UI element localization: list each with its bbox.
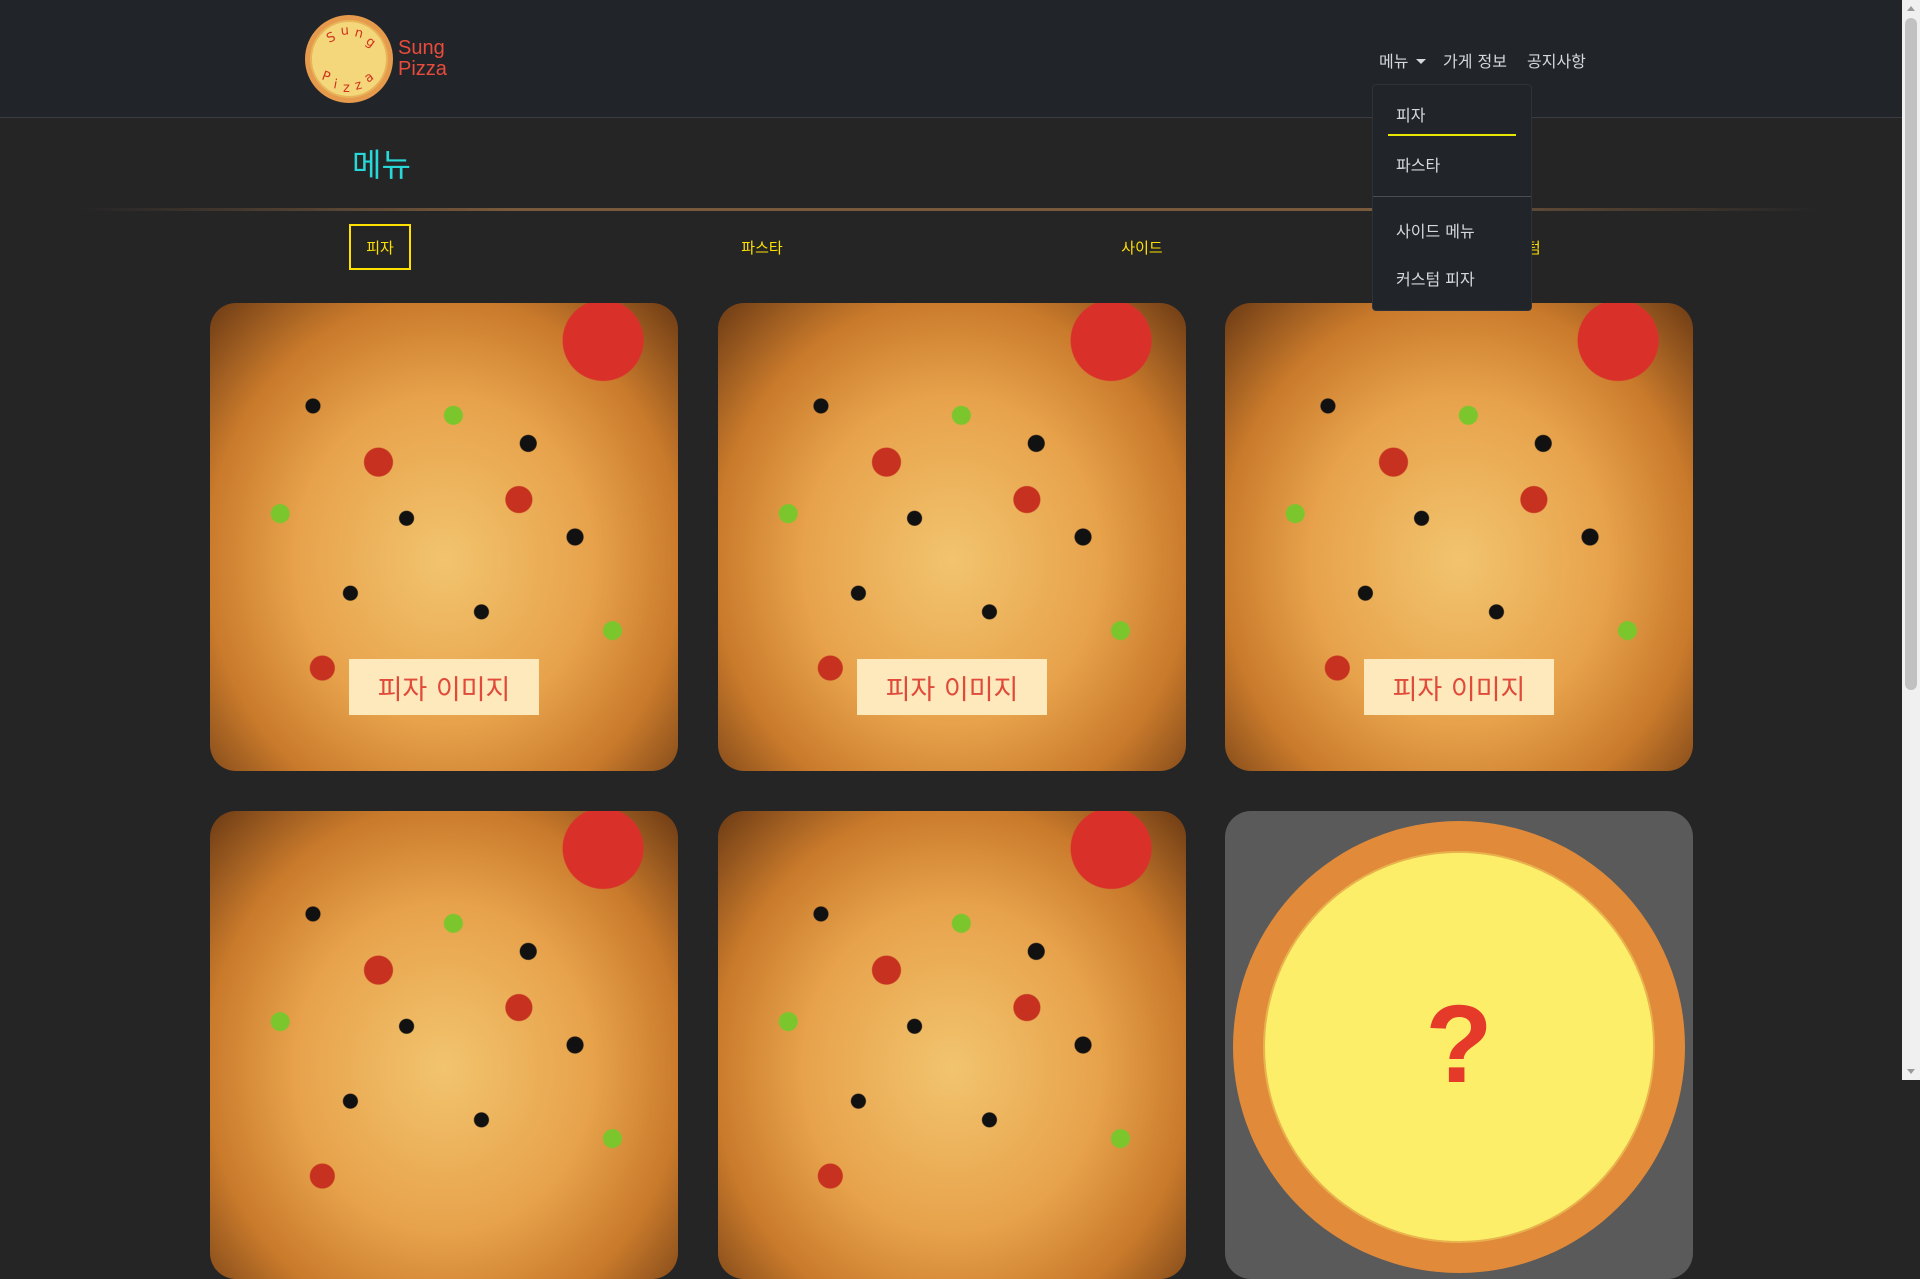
- caret-down-icon: [1416, 59, 1427, 64]
- svg-text:u: u: [340, 23, 350, 39]
- brand-line-2: Pizza: [398, 58, 447, 80]
- dropdown-item-pizza[interactable]: 피자: [1396, 102, 1425, 126]
- dropdown-active-underline: [1388, 134, 1516, 136]
- svg-text:z: z: [343, 81, 350, 96]
- title-divider: [80, 208, 1820, 211]
- pizza-card[interactable]: [210, 811, 678, 1279]
- pizza-card[interactable]: 피자 이미지: [1225, 303, 1693, 771]
- tab-pasta[interactable]: 파스타: [722, 224, 802, 270]
- scroll-down-arrow-icon[interactable]: [1907, 1069, 1915, 1074]
- brand-line-1: Sung: [398, 37, 445, 59]
- menu-dropdown: 피자 파스타 사이드 메뉴 커스텀 피자: [1372, 84, 1532, 311]
- card-label: 피자 이미지: [349, 659, 539, 715]
- card-label: 피자 이미지: [857, 659, 1047, 715]
- pizza-card[interactable]: 피자 이미지: [718, 303, 1186, 771]
- custom-pizza-card[interactable]: ?: [1225, 811, 1693, 1279]
- sung-pizza-logo[interactable]: S u n g P i z z a: [303, 13, 395, 105]
- tab-side[interactable]: 사이드: [1102, 224, 1182, 270]
- brand-name[interactable]: Sung Pizza: [398, 38, 447, 80]
- dropdown-item-pasta[interactable]: 파스타: [1396, 152, 1440, 176]
- dropdown-item-custom[interactable]: 커스텀 피자: [1396, 266, 1475, 290]
- scrollbar-thumb[interactable]: [1905, 18, 1917, 690]
- scroll-up-arrow-icon[interactable]: [1907, 6, 1915, 11]
- nav-menu-dropdown[interactable]: 메뉴: [1379, 48, 1427, 72]
- tab-pizza[interactable]: 피자: [349, 224, 411, 270]
- nav-menu-label: 메뉴: [1379, 52, 1409, 71]
- nav-notice[interactable]: 공지사항: [1527, 48, 1586, 72]
- dropdown-divider: [1373, 196, 1531, 197]
- pizza-card[interactable]: [718, 811, 1186, 1279]
- page-title: 메뉴: [352, 146, 411, 184]
- pizza-card[interactable]: 피자 이미지: [210, 303, 678, 771]
- card-label: 피자 이미지: [1364, 659, 1554, 715]
- navbar: S u n g P i z z a Sung Pizza 메뉴 가게 정보 공지…: [0, 0, 1902, 118]
- dropdown-item-side[interactable]: 사이드 메뉴: [1396, 218, 1475, 242]
- question-mark-icon: ?: [1425, 983, 1493, 1106]
- vertical-scrollbar[interactable]: [1902, 0, 1920, 1080]
- nav-store-info[interactable]: 가게 정보: [1443, 48, 1507, 72]
